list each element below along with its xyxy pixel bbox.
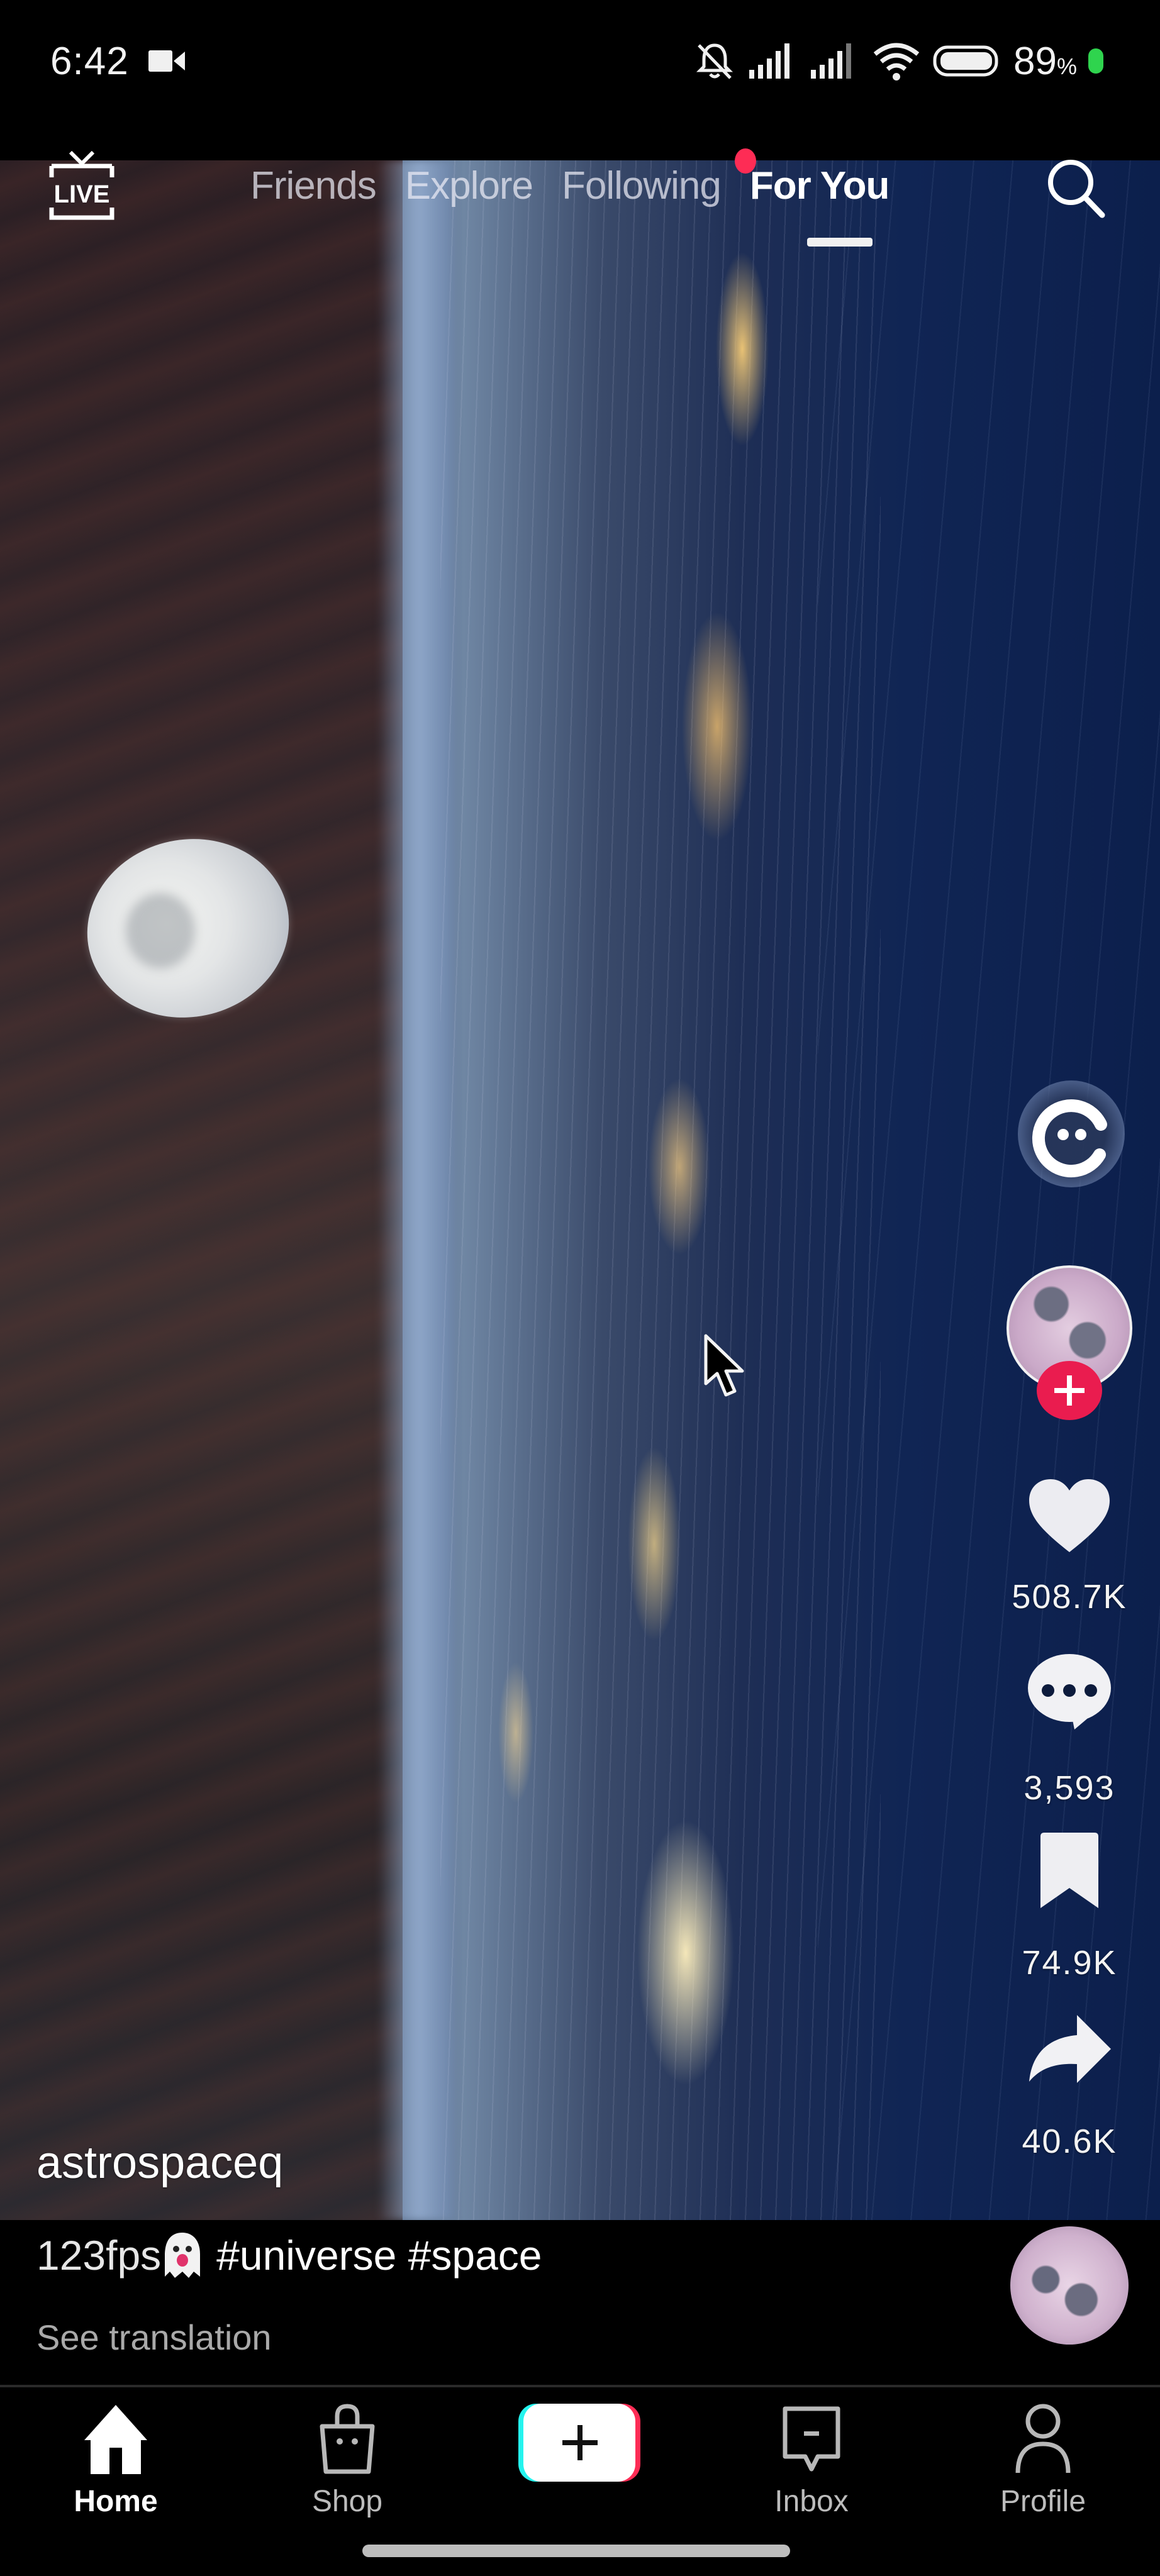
home-indicator[interactable] bbox=[362, 2545, 790, 2557]
bookmark-icon bbox=[1040, 1833, 1098, 1908]
tab-explore[interactable]: Explore bbox=[405, 164, 533, 208]
comment-count: 3,593 bbox=[1023, 1769, 1115, 1807]
mute-bell-icon bbox=[696, 43, 733, 79]
feed-tabs: Friends Explore Following For You bbox=[250, 157, 890, 214]
nav-profile[interactable]: Profile bbox=[974, 2402, 1112, 2519]
active-tab-indicator bbox=[807, 238, 873, 247]
wifi-icon bbox=[873, 43, 920, 80]
nav-inbox[interactable]: Inbox bbox=[742, 2402, 881, 2519]
create-button[interactable] bbox=[517, 2401, 642, 2484]
battery-icon bbox=[933, 45, 998, 77]
status-icons: 89% bbox=[693, 39, 1103, 83]
follow-button[interactable] bbox=[1037, 1361, 1102, 1420]
tab-friends[interactable]: Friends bbox=[250, 164, 377, 208]
comment-icon bbox=[1028, 1654, 1111, 1729]
profile-icon bbox=[1015, 2404, 1071, 2473]
share-icon bbox=[1029, 2015, 1111, 2083]
heart-icon bbox=[1029, 1479, 1110, 1552]
following-notification-dot bbox=[735, 148, 756, 174]
post-caption[interactable]: 123fps #universe #space bbox=[36, 2230, 542, 2280]
battery-percent: 89% bbox=[1013, 39, 1077, 83]
bookmark-button[interactable] bbox=[1019, 1831, 1120, 1911]
nav-home[interactable]: Home bbox=[47, 2402, 185, 2519]
live-button[interactable]: LIVE bbox=[47, 150, 117, 221]
caption-text: 123fps bbox=[36, 2232, 162, 2279]
plus-icon bbox=[1054, 1375, 1085, 1406]
shopping-bag-icon bbox=[320, 2404, 375, 2474]
earth-ocean bbox=[818, 160, 1160, 2220]
ghost-emoji bbox=[165, 2233, 201, 2278]
like-count: 508.7K bbox=[1012, 1578, 1127, 1616]
tab-following[interactable]: Following bbox=[562, 164, 722, 208]
signal-icon bbox=[749, 43, 790, 79]
inbox-icon bbox=[783, 2406, 840, 2472]
music-disc[interactable] bbox=[1010, 2226, 1129, 2345]
ai-chat-icon bbox=[1032, 1099, 1107, 1178]
bookmark-count: 74.9K bbox=[1022, 1944, 1117, 1982]
moon-mare bbox=[126, 893, 195, 969]
share-count: 40.6K bbox=[1022, 2123, 1117, 2160]
nav-shop[interactable]: Shop bbox=[278, 2402, 416, 2519]
search-icon[interactable] bbox=[1044, 156, 1107, 219]
home-icon bbox=[84, 2405, 147, 2474]
status-time: 6:42 bbox=[50, 40, 129, 83]
caption-hashtags[interactable]: #universe #space bbox=[216, 2231, 542, 2279]
svg-text:LIVE: LIVE bbox=[54, 180, 110, 208]
earth-city-lights bbox=[440, 160, 881, 2220]
signal-icon-2 bbox=[811, 43, 852, 79]
like-button[interactable] bbox=[1019, 1477, 1120, 1555]
charging-dot bbox=[1088, 48, 1103, 74]
video-player[interactable] bbox=[0, 160, 1160, 2220]
tab-for-you[interactable]: For You bbox=[750, 164, 890, 208]
author-username[interactable]: astrospaceq bbox=[36, 2137, 283, 2189]
share-button[interactable] bbox=[1019, 2012, 1120, 2088]
space-background bbox=[0, 160, 403, 2220]
ai-assistant-button[interactable] bbox=[1018, 1080, 1125, 1187]
video-camera-icon bbox=[148, 50, 185, 72]
comment-button[interactable] bbox=[1019, 1653, 1120, 1733]
mouse-cursor-icon bbox=[704, 1334, 744, 1397]
see-translation-link[interactable]: See translation bbox=[36, 2317, 272, 2358]
